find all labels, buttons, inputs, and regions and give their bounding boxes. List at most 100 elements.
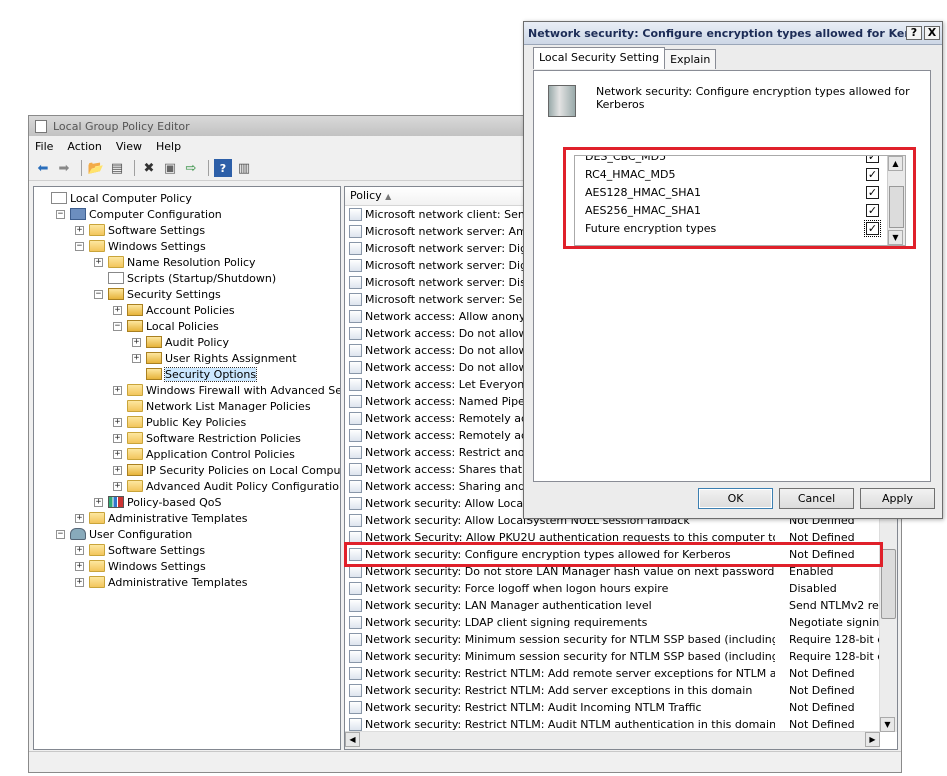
expand-icon[interactable]: + — [75, 513, 84, 523]
tree-node-label: User Rights Assignment — [165, 351, 297, 365]
scroll-down-arrow-icon[interactable]: ▼ — [880, 717, 895, 732]
show-hide-tree-icon[interactable]: ▤ — [108, 159, 126, 177]
tree-node-label: Software Settings — [108, 543, 206, 557]
table-row[interactable]: Network security: LDAP client signing re… — [345, 614, 886, 631]
tree-node[interactable]: + Administrative Templates — [75, 510, 248, 526]
tree-node[interactable]: Security Options — [132, 366, 258, 382]
tree-node-label: Audit Policy — [165, 335, 229, 349]
expand-icon[interactable]: + — [113, 481, 122, 491]
menu-view[interactable]: View — [116, 140, 142, 153]
tree-node[interactable]: Scripts (Startup/Shutdown) — [94, 270, 276, 286]
back-arrow-icon[interactable]: ⬅ — [34, 159, 52, 177]
tree-node[interactable]: + Software Settings — [75, 222, 205, 238]
table-row[interactable]: Network security: Restrict NTLM: Add ser… — [345, 682, 882, 699]
tree-node[interactable]: Local Computer Policy — [37, 190, 192, 206]
collapse-icon[interactable]: − — [56, 209, 65, 219]
menu-help[interactable]: Help — [156, 140, 181, 153]
tab-explain[interactable]: Explain — [664, 49, 717, 69]
collapse-icon[interactable]: − — [113, 321, 122, 331]
toolbar-separator — [134, 160, 135, 176]
list-scroll-thumb[interactable] — [881, 549, 896, 619]
table-row[interactable]: Network security: Minimum session securi… — [345, 648, 897, 665]
tree-node[interactable]: + Windows Settings — [75, 558, 206, 574]
apply-button[interactable]: Apply — [860, 488, 935, 509]
expand-icon[interactable]: + — [113, 305, 122, 315]
policy-setting-icon — [349, 242, 362, 255]
expand-icon[interactable]: + — [132, 353, 141, 363]
tree-node[interactable]: + Software Settings — [75, 542, 205, 558]
tree-node[interactable]: + Windows Firewall with Advanced Security — [113, 382, 340, 398]
tree-node[interactable]: + Name Resolution Policy — [94, 254, 256, 270]
policy-editor-app-icon — [35, 119, 47, 133]
expand-icon[interactable]: + — [75, 225, 84, 235]
tree-node[interactable]: + User Rights Assignment — [132, 350, 297, 366]
local-security-setting-panel: Network security: Configure encryption t… — [533, 70, 931, 482]
tree-node[interactable]: + Application Control Policies — [113, 446, 295, 462]
forward-arrow-icon[interactable]: ➡ — [55, 159, 73, 177]
tree-node[interactable]: Network List Manager Policies — [113, 398, 311, 414]
table-row[interactable]: Network security: Force logoff when logo… — [345, 580, 882, 597]
tree-node-label: Account Policies — [146, 303, 235, 317]
console-tree[interactable]: Local Computer Policy − Computer Configura… — [33, 186, 341, 750]
tree-node[interactable]: + Software Restriction Policies — [113, 430, 301, 446]
lock-icon — [146, 352, 162, 364]
tree-node[interactable]: + Administrative Templates — [75, 574, 248, 590]
delete-icon[interactable]: ✖ — [140, 159, 158, 177]
tree-node[interactable]: − User Configuration — [56, 526, 192, 542]
policy-setting-icon — [349, 293, 362, 306]
action-pane-icon[interactable]: ▥ — [235, 159, 253, 177]
tree-node[interactable]: + IP Security Policies on Local Computer — [113, 462, 340, 478]
help-button[interactable]: ? — [906, 26, 922, 40]
expand-icon[interactable]: + — [113, 417, 122, 427]
lock-icon — [127, 464, 143, 476]
help-icon[interactable]: ? — [214, 159, 232, 177]
expand-icon[interactable]: + — [113, 385, 122, 395]
expand-icon[interactable]: + — [75, 577, 84, 587]
expand-icon[interactable]: + — [113, 449, 122, 459]
table-row[interactable]: Network security: Restrict NTLM: Audit I… — [345, 699, 882, 716]
expand-icon[interactable]: + — [113, 465, 122, 475]
cancel-button[interactable]: Cancel — [779, 488, 854, 509]
expand-icon[interactable]: + — [94, 257, 103, 267]
ok-button[interactable]: OK — [698, 488, 773, 509]
tree-node[interactable]: + Advanced Audit Policy Configuration — [113, 478, 340, 494]
expand-icon[interactable]: + — [132, 337, 141, 347]
expand-icon[interactable]: + — [75, 545, 84, 555]
expand-icon[interactable]: + — [94, 497, 103, 507]
policy-name-cell: Network security: Restrict NTLM: Audit N… — [365, 718, 775, 731]
policy-setting-icon — [349, 667, 362, 680]
tree-node[interactable]: − Security Settings — [94, 286, 221, 302]
menu-file[interactable]: File — [35, 140, 53, 153]
table-row[interactable]: Network security: Minimum session securi… — [345, 631, 897, 648]
folder-icon — [89, 560, 105, 572]
collapse-icon[interactable]: − — [56, 529, 65, 539]
tree-node[interactable]: − Local Policies — [113, 318, 219, 334]
table-row[interactable]: Network security: LAN Manager authentica… — [345, 597, 897, 614]
menu-action[interactable]: Action — [67, 140, 101, 153]
folder-icon — [127, 384, 143, 396]
scroll-right-arrow-icon[interactable]: ▶ — [865, 732, 880, 747]
scroll-left-arrow-icon[interactable]: ◀ — [345, 732, 360, 747]
tree-node[interactable]: + Public Key Policies — [113, 414, 246, 430]
scroll-icon — [51, 192, 67, 204]
properties-icon[interactable]: ▣ — [161, 159, 179, 177]
table-row[interactable]: Network security: Restrict NTLM: Add rem… — [345, 665, 882, 682]
policy-setting-icon — [349, 259, 362, 272]
tree-node[interactable]: + Account Policies — [113, 302, 235, 318]
tree-node[interactable]: − Computer Configuration — [56, 206, 222, 222]
tree-node[interactable]: + Audit Policy — [132, 334, 229, 350]
export-list-icon[interactable]: ⇨ — [182, 159, 200, 177]
expand-icon[interactable]: + — [75, 561, 84, 571]
dialog-titlebar[interactable]: Network security: Configure encryption t… — [524, 22, 942, 45]
collapse-icon[interactable]: − — [75, 241, 84, 251]
up-folder-icon[interactable]: 📂 — [87, 159, 105, 177]
collapse-icon[interactable]: − — [94, 289, 103, 299]
tree-node[interactable]: − Windows Settings — [75, 238, 206, 254]
computer-icon — [70, 208, 86, 220]
tree-node-label: Scripts (Startup/Shutdown) — [127, 271, 277, 285]
expand-icon[interactable]: + — [113, 433, 122, 443]
tree-node[interactable]: + Policy-based QoS — [94, 494, 222, 510]
tab-local-security-setting[interactable]: Local Security Setting — [533, 47, 666, 69]
close-button[interactable]: X — [924, 26, 940, 40]
list-horizontal-scrollbar[interactable]: ◀ ▶ — [345, 731, 880, 749]
